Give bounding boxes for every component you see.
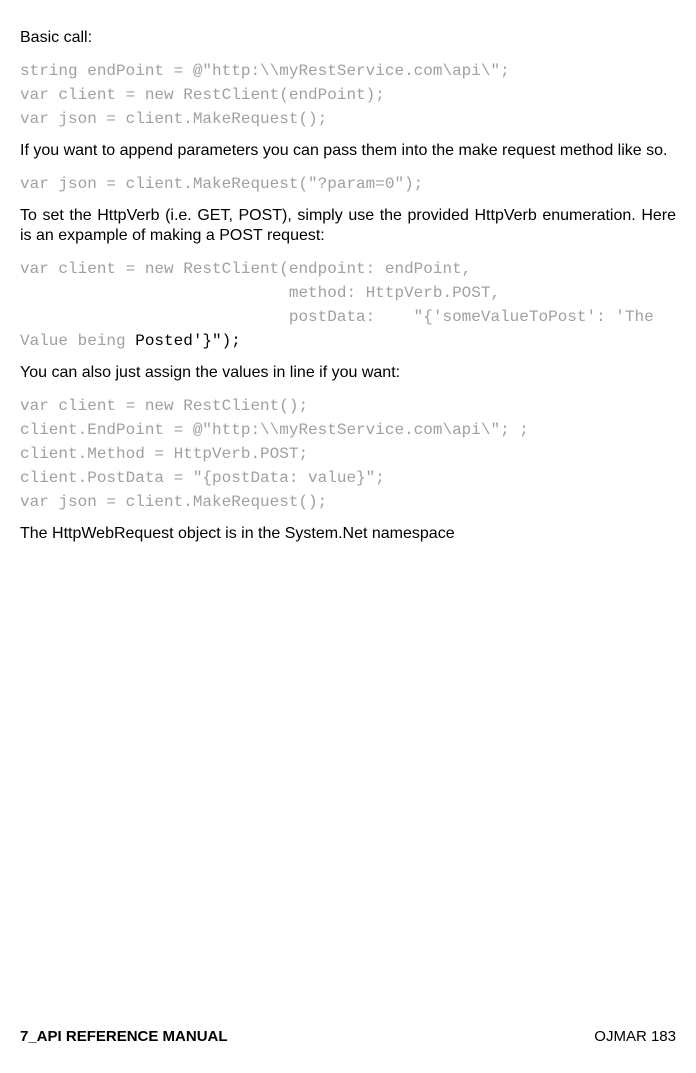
text-namespace: The HttpWebRequest object is in the Syst… — [20, 524, 676, 545]
page-content: Basic call: string endPoint = @"http:\\m… — [0, 0, 696, 545]
text-httpverb: To set the HttpVerb (i.e. GET, POST), si… — [20, 206, 676, 248]
footer-left: 7_API REFERENCE MANUAL — [20, 1028, 228, 1045]
code-line-part-grey: postData: "{'someValueToPost': 'The Valu… — [20, 308, 663, 350]
code-block-4: var client = new RestClient(); client.En… — [20, 394, 676, 514]
code-line: var client = new RestClient(endpoint: en… — [20, 260, 471, 278]
code-line-part-black: Posted'}"); — [135, 332, 241, 350]
text-basic-call: Basic call: — [20, 28, 676, 49]
page-footer: 7_API REFERENCE MANUAL OJMAR 183 — [20, 1028, 676, 1045]
text-assign-inline: You can also just assign the values in l… — [20, 363, 676, 384]
code-block-2: var json = client.MakeRequest("?param=0"… — [20, 172, 676, 196]
text-append-params: If you want to append parameters you can… — [20, 141, 676, 162]
footer-right: OJMAR 183 — [594, 1028, 676, 1045]
code-block-1: string endPoint = @"http:\\myRestService… — [20, 59, 676, 131]
code-line: method: HttpVerb.POST, — [20, 284, 500, 302]
code-block-3: var client = new RestClient(endpoint: en… — [20, 257, 676, 353]
